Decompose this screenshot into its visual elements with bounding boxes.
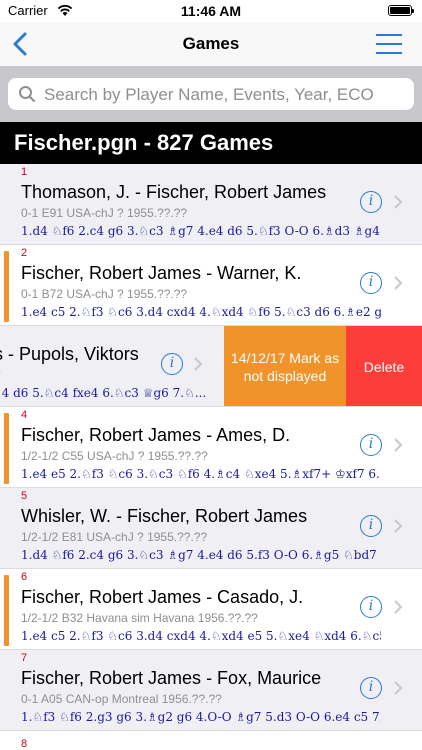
- game-moves: 1.d4 ♘f6 2.c4 g6 3.♘c3 ♗g7 4.e4 d6 5.f3 …: [21, 548, 381, 562]
- marked-indicator: [4, 575, 9, 646]
- game-row[interactable]: 1 Thomason, J. - Fischer, Robert James 0…: [0, 164, 422, 245]
- info-icon[interactable]: i: [360, 191, 382, 213]
- info-icon[interactable]: i: [360, 677, 382, 699]
- hamburger-menu-icon[interactable]: [376, 34, 402, 54]
- game-number: 7: [21, 652, 28, 664]
- game-moves: 1.♘f3 ♘f6 2.g3 g6 3.♗g2 g6 4.O-O ♗g7 5.d…: [21, 710, 381, 724]
- mark-not-displayed-button[interactable]: 14/12/17 Mark as not displayed: [224, 326, 346, 406]
- info-icon[interactable]: i: [360, 596, 382, 618]
- marked-indicator: [4, 251, 9, 322]
- battery-icon: [388, 5, 414, 16]
- game-number: 8: [21, 738, 28, 750]
- game-row[interactable]: 7 Fischer, Robert James - Fox, Maurice 0…: [0, 650, 422, 731]
- game-row[interactable]: 4 Fischer, Robert James - Ames, D. 1/2-1…: [0, 407, 422, 488]
- search-field-container[interactable]: [8, 78, 414, 110]
- info-icon[interactable]: i: [161, 353, 183, 375]
- game-details: 0-1 E91 USA-chJ ? 1955.??.??: [21, 206, 188, 220]
- section-title: Fischer.pgn - 827 Games: [14, 130, 274, 155]
- game-players: Fischer, Robert James - Ames, D.: [21, 425, 291, 445]
- info-icon[interactable]: i: [360, 272, 382, 294]
- chevron-right-icon: [394, 276, 403, 290]
- game-number: 4: [21, 409, 28, 421]
- game-players: Fischer, Robert James - Warner, K.: [21, 263, 302, 283]
- game-details: 1/2-1/2 C55 USA-chJ ? 1955.??.??: [21, 449, 208, 463]
- info-icon[interactable]: i: [360, 434, 382, 456]
- game-players: Thomason, J. - Fischer, Robert James: [21, 182, 327, 202]
- clock: 11:46 AM: [180, 3, 242, 19]
- game-details: 0-1 A05 CAN-op Montreal 1956.??.??: [21, 692, 222, 706]
- marked-indicator: [4, 413, 9, 484]
- game-details: 1/2-1/2 E81 USA-chJ ? 1955.??.??: [21, 530, 208, 544]
- game-row[interactable]: 5 Whisler, W. - Fischer, Robert James 1/…: [0, 488, 422, 569]
- search-input[interactable]: [42, 82, 406, 108]
- game-players: Fischer, Robert James - Casado, J.: [21, 587, 304, 607]
- game-details: 1/2-1/2 B32 Havana sim Havana 1956.??.??: [21, 611, 258, 625]
- chevron-right-icon: [194, 357, 203, 371]
- game-number: 1: [21, 166, 28, 178]
- game-players: s - Pupols, Viktors: [0, 344, 139, 364]
- chevron-right-icon: [394, 519, 403, 533]
- chevron-right-icon: [394, 600, 403, 614]
- game-moves: 1.e4 c5 2.♘f3 ♘c6 3.d4 cxd4 4.♘xd4 ♘f6 5…: [21, 305, 381, 319]
- game-row-swiped[interactable]: s - Pupols, Viktors ? 14 d6 5.♘c4 fxe4 6…: [0, 326, 422, 407]
- info-icon[interactable]: i: [360, 515, 382, 537]
- game-row[interactable]: 6 Fischer, Robert James - Casado, J. 1/2…: [0, 569, 422, 650]
- game-moves: 14 d6 5.♘c4 fxe4 6.♘c3 ♕g6 7.♘...: [0, 386, 207, 400]
- game-row[interactable]: 2 Fischer, Robert James - Warner, K. 0-1…: [0, 245, 422, 326]
- chevron-right-icon: [394, 681, 403, 695]
- status-bar: Carrier 11:46 AM: [0, 0, 422, 22]
- search-bar: [0, 66, 422, 122]
- game-number: 6: [21, 571, 28, 583]
- game-players: Fischer, Robert James - Fox, Maurice: [21, 668, 322, 688]
- delete-button[interactable]: Delete: [346, 326, 422, 406]
- section-header: Fischer.pgn - 827 Games: [0, 122, 422, 164]
- game-players: Whisler, W. - Fischer, Robert James: [21, 506, 308, 526]
- game-number: 2: [21, 247, 28, 259]
- search-icon: [19, 86, 35, 102]
- game-number: 5: [21, 490, 28, 502]
- page-title: Games: [182, 34, 240, 53]
- game-moves: 1.e4 e5 2.♘f3 ♘c6 3.♘c3 ♘f6 4.♗c4 ♘xe4 5…: [21, 467, 381, 481]
- navigation-bar: Games: [0, 22, 422, 66]
- game-details: 0-1 B72 USA-chJ ? 1955.??.??: [21, 287, 188, 301]
- game-row[interactable]: 8: [0, 736, 422, 750]
- game-details: ?: [0, 368, 1, 382]
- game-moves: 1.e4 c5 2.♘f3 ♘c6 3.d4 cxd4 4.♘xd4 e5 5.…: [21, 629, 381, 643]
- chevron-right-icon: [394, 438, 403, 452]
- chevron-right-icon: [394, 195, 403, 209]
- game-moves: 1.d4 ♘f6 2.c4 g6 3.♘c3 ♗g7 4.e4 d6 5.♘f3…: [21, 224, 381, 238]
